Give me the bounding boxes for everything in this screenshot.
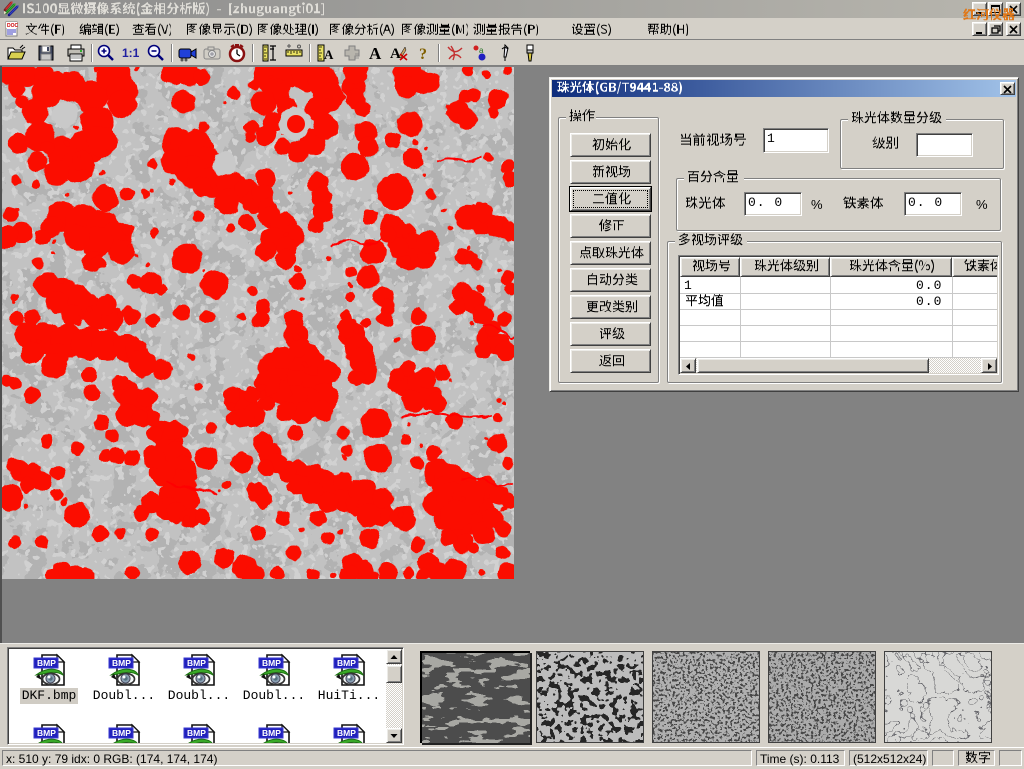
svg-text:BMP: BMP — [262, 728, 281, 738]
svg-text:?: ? — [419, 46, 427, 63]
svg-text:A: A — [324, 47, 334, 62]
svg-text:BMP: BMP — [37, 658, 56, 668]
svg-text:BMP: BMP — [112, 658, 131, 668]
svg-text:BMP: BMP — [187, 658, 206, 668]
svg-text:1:1: 1:1 — [122, 46, 140, 60]
svg-text:BMP: BMP — [37, 728, 56, 738]
svg-text:BMP: BMP — [262, 658, 281, 668]
svg-text:BMP: BMP — [337, 658, 356, 668]
svg-text:BMP: BMP — [337, 728, 356, 738]
svg-text:A: A — [390, 46, 401, 62]
svg-text:BMP: BMP — [187, 728, 206, 738]
svg-text:BMP: BMP — [112, 728, 131, 738]
svg-text:DOC: DOC — [7, 23, 19, 29]
svg-text:A: A — [369, 44, 382, 63]
